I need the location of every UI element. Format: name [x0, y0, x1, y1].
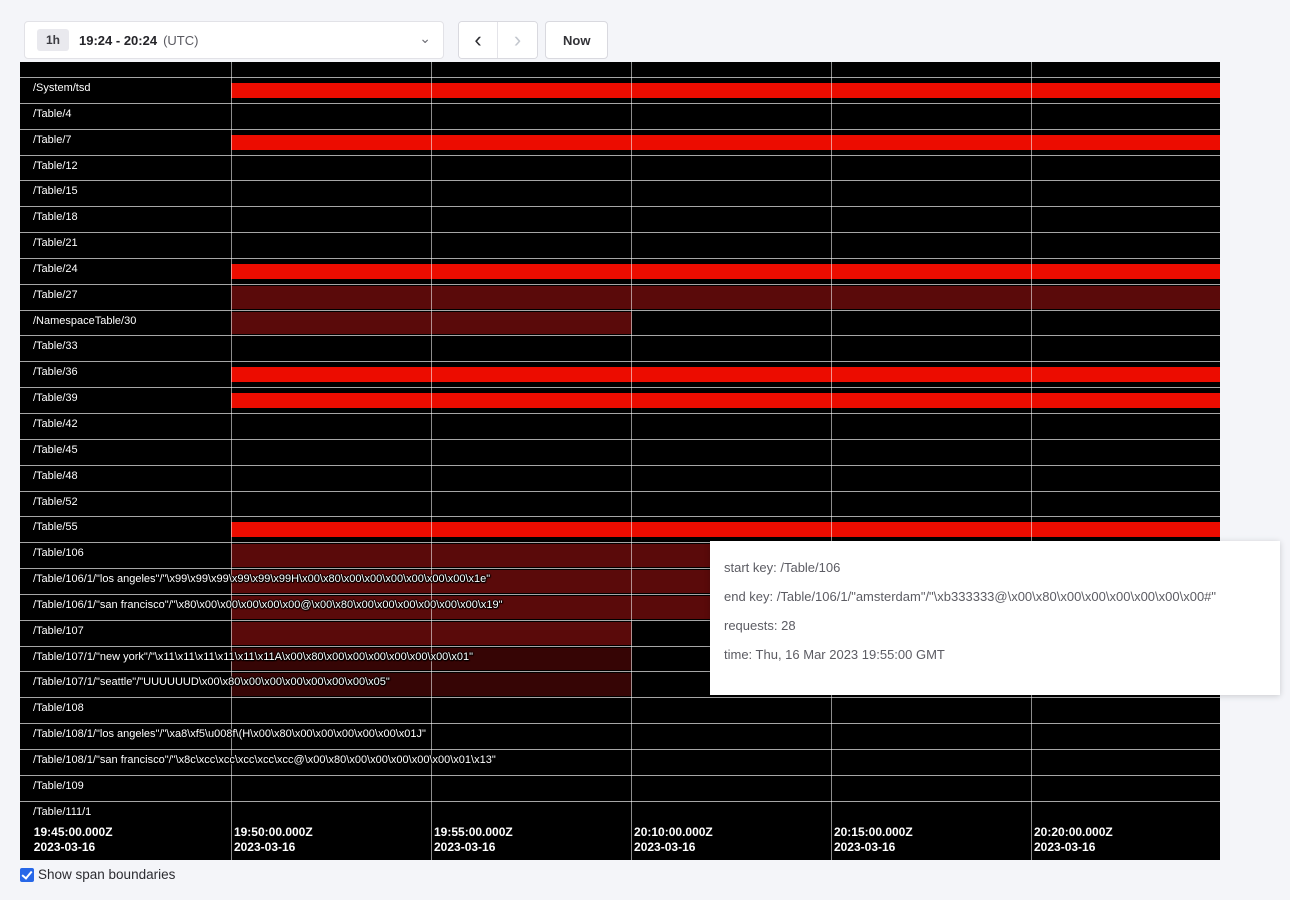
heatmap-row-label: /Table/21	[20, 237, 78, 250]
heatmap-row[interactable]: /Table/42	[20, 413, 1220, 439]
time-range-label: 19:24 - 20:24	[79, 33, 157, 48]
heatmap-band[interactable]	[231, 622, 632, 645]
x-axis-tick: 20:15:00.000Z2023-03-16	[831, 825, 913, 855]
heatmap-row[interactable]: /Table/24	[20, 258, 1220, 284]
heatmap-row[interactable]: /Table/109	[20, 775, 1220, 801]
heatmap-row-label: /Table/4	[20, 108, 72, 121]
time-range-badge: 1h	[37, 29, 69, 51]
heatmap-row[interactable]: /Table/33	[20, 335, 1220, 361]
tooltip-line: end key: /Table/106/1/"amsterdam"/"\xb33…	[724, 589, 1266, 604]
tooltip-line: time: Thu, 16 Mar 2023 19:55:00 GMT	[724, 647, 1266, 662]
heatmap-row[interactable]: /System/tsd	[20, 77, 1220, 103]
heatmap-band[interactable]	[231, 83, 1220, 98]
time-range-selector[interactable]: 1h 19:24 - 20:24 (UTC) ⌄	[24, 21, 444, 59]
heatmap-row-label: /Table/24	[20, 263, 78, 276]
heatmap-row-label: /System/tsd	[20, 82, 90, 95]
heatmap-row[interactable]: /Table/21	[20, 232, 1220, 258]
heatmap-band[interactable]	[231, 393, 1220, 408]
show-span-boundaries-checkbox[interactable]	[20, 868, 34, 882]
heatmap-band[interactable]	[231, 135, 1220, 150]
heatmap-row-label: /Table/109	[20, 780, 84, 793]
footer: Show span boundaries	[20, 866, 175, 884]
heatmap-row[interactable]: /Table/48	[20, 465, 1220, 491]
heatmap-row[interactable]: /Table/45	[20, 439, 1220, 465]
heatmap-row-label: /Table/52	[20, 496, 78, 509]
heatmap-row[interactable]: /Table/39	[20, 387, 1220, 413]
x-axis-tick: 20:10:00.000Z2023-03-16	[631, 825, 713, 855]
x-axis-tick: 19:55:00.000Z2023-03-16	[431, 825, 513, 855]
prev-time-button[interactable]: ‹	[459, 22, 498, 58]
show-span-boundaries-label: Show span boundaries	[38, 866, 175, 884]
heatmap-row-label: /Table/45	[20, 444, 78, 457]
heatmap-row[interactable]: /Table/15	[20, 180, 1220, 206]
heatmap-row-label: /Table/7	[20, 134, 72, 147]
heatmap-band[interactable]	[231, 367, 1220, 382]
x-axis-tick: 19:50:00.000Z2023-03-16	[231, 825, 313, 855]
heatmap-row[interactable]: /Table/27	[20, 284, 1220, 310]
heatmap-row-label: /Table/27	[20, 289, 78, 302]
heatmap-row-label: /Table/106/1/"los angeles"/"\x99\x99\x99…	[20, 573, 490, 586]
tooltip-line: requests: 28	[724, 618, 1266, 633]
heatmap-top-spacer	[20, 62, 1220, 77]
time-step-buttons: ‹ ›	[458, 21, 538, 59]
heatmap-row[interactable]: /Table/7	[20, 129, 1220, 155]
heatmap-row-label: /Table/106/1/"san francisco"/"\x80\x00\x…	[20, 599, 503, 612]
heatmap-row-label: /NamespaceTable/30	[20, 315, 136, 328]
heatmap-band[interactable]	[231, 312, 632, 335]
next-time-button[interactable]: ›	[498, 22, 537, 58]
heatmap-band[interactable]	[231, 286, 1220, 309]
heatmap-row-label: /Table/106	[20, 547, 84, 560]
heatmap-row[interactable]: /NamespaceTable/30	[20, 310, 1220, 336]
key-visualizer-canvas[interactable]: /System/tsd/Table/4/Table/7/Table/12/Tab…	[20, 62, 1220, 860]
heatmap-row-label: /Table/108/1/"los angeles"/"\xa8\xf5\u00…	[20, 728, 426, 741]
heatmap-row-label: /Table/108	[20, 702, 84, 715]
heatmap-row-label: /Table/39	[20, 392, 78, 405]
heatmap-row[interactable]: /Table/108/1/"los angeles"/"\xa8\xf5\u00…	[20, 723, 1220, 749]
key-visualizer-page: 1h 19:24 - 20:24 (UTC) ⌄ ‹ › Now /System…	[0, 0, 1290, 900]
heatmap-row[interactable]: /Table/108	[20, 697, 1220, 723]
time-range-timezone: (UTC)	[163, 33, 198, 48]
heatmap-row[interactable]: /Table/12	[20, 155, 1220, 181]
heatmap-row-label: /Table/107/1/"seattle"/"UUUUUUD\x00\x80\…	[20, 676, 390, 689]
heatmap-row-label: /Table/48	[20, 470, 78, 483]
heatmap-row-label: /Table/12	[20, 160, 78, 173]
heatmap-row[interactable]: /Table/55	[20, 516, 1220, 542]
heatmap-row-label: /Table/107	[20, 625, 84, 638]
tooltip-line: start key: /Table/106	[724, 560, 1266, 575]
heatmap-rows: /System/tsd/Table/4/Table/7/Table/12/Tab…	[20, 62, 1220, 822]
now-button[interactable]: Now	[545, 21, 608, 59]
heatmap-row-label: /Table/55	[20, 521, 78, 534]
heatmap-row-label: /Table/42	[20, 418, 78, 431]
heatmap-row[interactable]: /Table/111/1	[20, 801, 1220, 822]
heatmap-x-axis: 19:45:00.000Z2023-03-16 19:50:00.000Z2023…	[20, 822, 1220, 860]
heatmap-row-label: /Table/111/1	[20, 806, 91, 819]
tooltip: start key: /Table/106 end key: /Table/106…	[710, 541, 1280, 695]
heatmap-row-label: /Table/18	[20, 211, 78, 224]
heatmap-band[interactable]	[231, 522, 1220, 537]
heatmap-row-label: /Table/107/1/"new york"/"\x11\x11\x11\x1…	[20, 651, 473, 664]
x-axis-tick: 20:20:00.000Z2023-03-16	[1031, 825, 1113, 855]
chevron-down-icon: ⌄	[419, 33, 431, 43]
heatmap-band[interactable]	[231, 264, 1220, 279]
heatmap-row[interactable]: /Table/52	[20, 491, 1220, 517]
heatmap-row-label: /Table/36	[20, 366, 78, 379]
heatmap-row-label: /Table/33	[20, 340, 78, 353]
toolbar: 1h 19:24 - 20:24 (UTC) ⌄ ‹ › Now	[0, 0, 1290, 62]
heatmap-row[interactable]: /Table/108/1/"san francisco"/"\x8c\xcc\x…	[20, 749, 1220, 775]
heatmap-row[interactable]: /Table/18	[20, 206, 1220, 232]
heatmap-row[interactable]: /Table/4	[20, 103, 1220, 129]
heatmap-row-label: /Table/15	[20, 185, 78, 198]
heatmap-row[interactable]: /Table/36	[20, 361, 1220, 387]
x-axis-tick: 19:45:00.000Z2023-03-16	[31, 825, 113, 855]
heatmap-row-label: /Table/108/1/"san francisco"/"\x8c\xcc\x…	[20, 754, 496, 767]
